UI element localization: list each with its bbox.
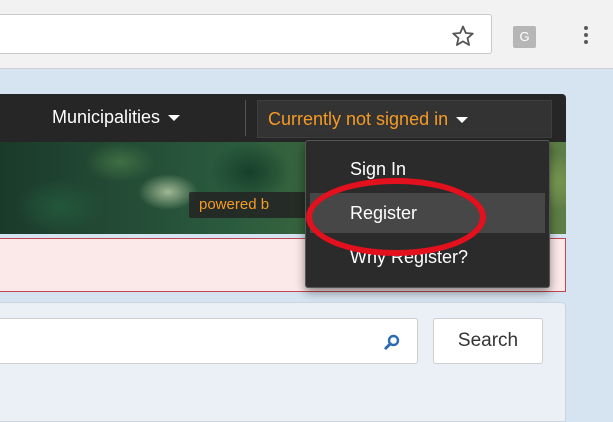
address-bar[interactable] xyxy=(0,14,492,54)
powered-by-badge: powered b xyxy=(189,192,309,218)
nav-divider xyxy=(245,100,246,136)
search-icon[interactable] xyxy=(384,334,400,350)
caret-down-icon xyxy=(456,117,469,124)
g-extension-icon[interactable]: G xyxy=(513,26,536,48)
municipalities-menu[interactable]: Municipalities xyxy=(52,94,181,142)
star-icon[interactable] xyxy=(451,24,475,48)
account-menu[interactable]: Currently not signed in xyxy=(257,100,552,138)
search-input[interactable] xyxy=(0,318,418,364)
browser-toolbar: G xyxy=(0,0,613,69)
kebab-menu-icon[interactable] xyxy=(583,24,589,50)
municipalities-label: Municipalities xyxy=(52,107,161,127)
highlight-circle-annotation xyxy=(306,178,486,256)
site-navbar: Municipalities Currently not signed in xyxy=(0,94,566,142)
caret-down-icon xyxy=(168,115,181,122)
account-label: Currently not signed in xyxy=(268,109,449,129)
search-button[interactable]: Search xyxy=(433,318,543,364)
